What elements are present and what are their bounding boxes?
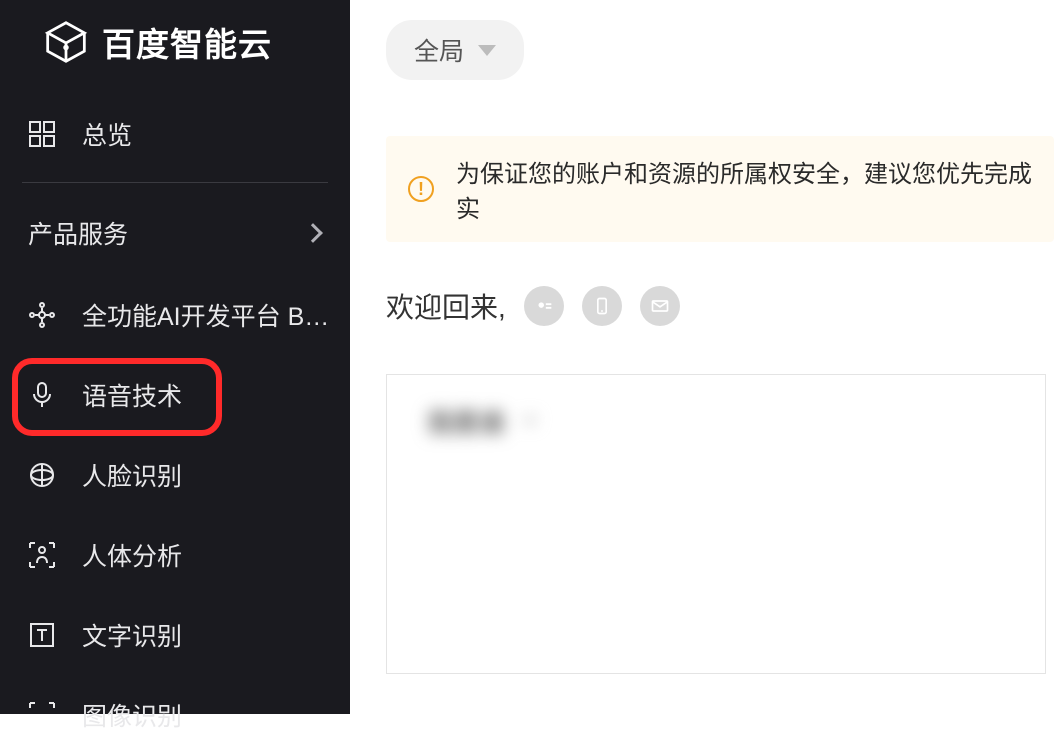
welcome-row: 欢迎回来, xyxy=(386,286,1054,326)
divider xyxy=(22,182,328,183)
nav-overview[interactable]: 总览 xyxy=(0,94,350,174)
sidebar-item-label: 图像识别 xyxy=(82,697,330,733)
sidebar-item-speech[interactable]: 语音技术 xyxy=(0,355,350,435)
ai-platform-icon xyxy=(28,301,56,329)
section-label: 产品服务 xyxy=(28,215,128,251)
chevron-down-icon xyxy=(478,45,496,56)
sidebar-item-label: 全功能AI开发平台 B… xyxy=(82,297,330,333)
scope-selector[interactable]: 全局 xyxy=(386,20,524,80)
sidebar-item-body[interactable]: 人体分析 xyxy=(0,515,350,595)
text-icon xyxy=(28,621,56,649)
brand-name: 百度智能云 xyxy=(102,18,272,66)
welcome-greeting: 欢迎回来, xyxy=(386,286,506,326)
sidebar-item-label: 人体分析 xyxy=(82,537,330,573)
face-icon xyxy=(28,461,56,489)
mic-icon xyxy=(28,381,56,409)
sidebar-item-ai-platform[interactable]: 全功能AI开发平台 B… xyxy=(0,275,350,355)
info-card: 我是谁 xyxy=(386,374,1046,674)
phone-icon[interactable] xyxy=(582,286,622,326)
nav-overview-label: 总览 xyxy=(82,116,330,152)
warning-icon: ! xyxy=(408,176,434,202)
sidebar-item-label: 文字识别 xyxy=(82,617,330,653)
sidebar: 百度智能云 总览 产品服务 xyxy=(0,0,350,714)
sidebar-item-face[interactable]: 人脸识别 xyxy=(0,435,350,515)
sidebar-item-label: 人脸识别 xyxy=(82,457,330,493)
image-icon xyxy=(28,701,56,729)
grid-icon xyxy=(28,120,56,148)
mail-icon[interactable] xyxy=(640,286,680,326)
card-title: 我是谁 xyxy=(427,403,505,440)
cube-logo-icon xyxy=(44,20,88,64)
main-content: 全局 ! 为保证您的账户和资源的所属权安全，建议您优先完成实 欢迎回来, 我是谁 xyxy=(350,0,1054,714)
sidebar-nav: 总览 产品服务 全功能AI开发平台 B… xyxy=(0,94,350,755)
card-header-blurred[interactable]: 我是谁 xyxy=(387,375,1045,468)
chevron-right-icon xyxy=(303,223,323,243)
nav-section-products[interactable]: 产品服务 xyxy=(0,191,350,275)
id-card-icon[interactable] xyxy=(524,286,564,326)
sidebar-item-label: 语音技术 xyxy=(82,377,330,413)
security-alert: ! 为保证您的账户和资源的所属权安全，建议您优先完成实 xyxy=(386,136,1054,242)
sidebar-item-image[interactable]: 图像识别 xyxy=(0,675,350,755)
sidebar-item-ocr[interactable]: 文字识别 xyxy=(0,595,350,675)
alert-text: 为保证您的账户和资源的所属权安全，建议您优先完成实 xyxy=(456,154,1032,224)
brand-logo[interactable]: 百度智能云 xyxy=(0,0,350,94)
body-icon xyxy=(28,541,56,569)
chevron-down-icon xyxy=(523,417,537,426)
scope-label: 全局 xyxy=(414,32,464,68)
